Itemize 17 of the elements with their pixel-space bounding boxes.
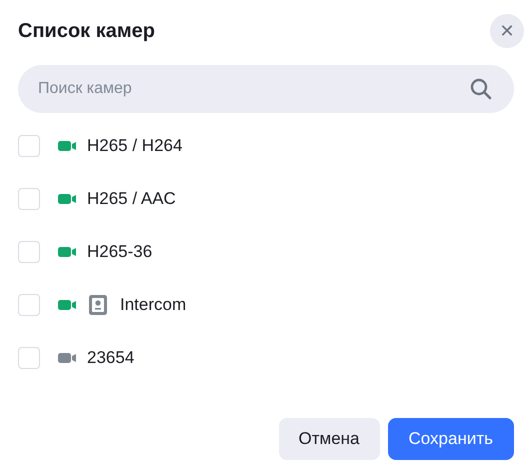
save-button[interactable]: Сохранить	[388, 418, 514, 460]
camera-name: H265-36	[87, 240, 152, 263]
checkbox[interactable]	[18, 294, 40, 316]
intercom-icon	[89, 294, 107, 314]
search-icon[interactable]	[470, 78, 492, 100]
close-button[interactable]: ✕	[490, 14, 524, 48]
camera-name: Intercom	[120, 294, 186, 316]
camera-name: H265 / AAC	[87, 188, 176, 210]
checkbox[interactable]	[18, 188, 40, 210]
camera-name: H265 / H264	[87, 134, 182, 157]
checkbox[interactable]	[18, 134, 40, 156]
dialog-title: Список камер	[18, 19, 155, 43]
checkbox[interactable]	[18, 346, 40, 368]
search-field[interactable]: Поиск камер	[18, 65, 514, 113]
camera-name: 23654	[87, 346, 134, 369]
cancel-button[interactable]: Отмена	[278, 418, 380, 460]
checkbox[interactable]	[18, 240, 40, 262]
